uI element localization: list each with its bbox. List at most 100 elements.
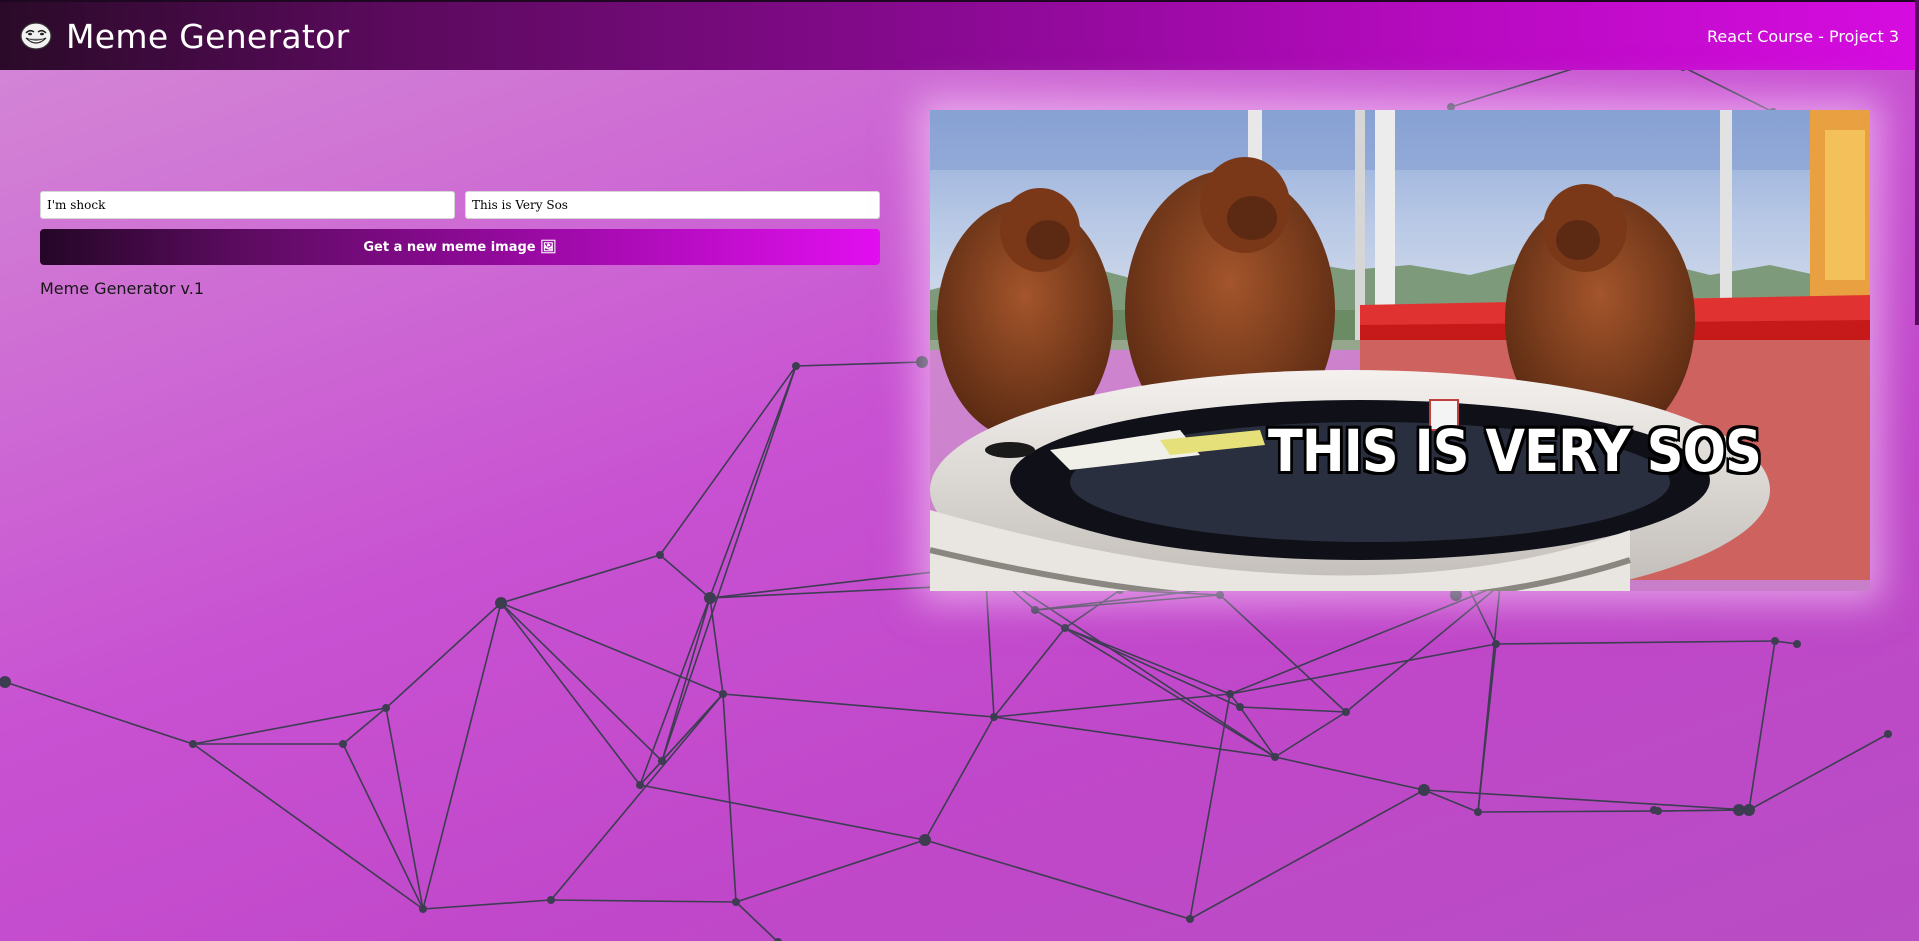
bottom-text-input[interactable] [465,191,880,219]
network-line [722,693,995,718]
project-label: React Course - Project 3 [1706,26,1899,46]
network-line [661,365,797,762]
network-line [342,743,424,910]
network-node [1733,804,1745,816]
network-node [1226,690,1234,698]
network-line [422,602,502,910]
network-line [500,602,663,762]
network-node [636,781,644,789]
network-line [1274,711,1347,758]
network-node [1061,624,1069,632]
network-line [1682,66,1774,113]
network-line [1423,789,1750,811]
network-line [1495,640,1776,645]
network-line [924,839,1191,920]
navbar: Meme Generator React Course - Project 3 [0,0,1919,70]
meme-bottom-caption: THIS IS VERY SOS [1268,417,1762,485]
network-line [661,597,711,762]
meme-preview: THIS IS VERY SOS [930,110,1870,591]
network-line [1477,584,1501,813]
meme-form: Get a new meme image 🖼 Meme Generator v.… [40,191,880,298]
network-line [1219,594,1347,713]
network-line [1034,609,1276,758]
network-line [192,743,424,910]
network-line [1064,589,1121,629]
network-line [735,839,926,903]
network-line [1748,733,1889,811]
network-node [1793,640,1801,648]
network-node [658,757,666,765]
network-line [993,627,1066,718]
network-line [984,565,1276,758]
network-line [735,901,779,941]
network-node [1031,606,1039,614]
network-node [719,690,727,698]
network-line [639,693,724,786]
network-node [339,740,347,748]
network-line [500,602,641,786]
network-line [1064,627,1231,695]
network-line [4,681,194,745]
network-line [1229,584,1501,695]
network-line [342,707,387,745]
caption-inputs [40,191,880,219]
page-scrollbar[interactable] [1915,0,1919,325]
network-line [550,899,737,903]
network-node [1186,915,1194,923]
network-node [495,597,507,609]
network-node [792,362,800,370]
network-line [1229,643,1497,695]
network-line [722,693,737,903]
network-node [990,713,998,721]
network-line [639,784,926,841]
network-line [924,716,995,841]
network-node [1474,808,1482,816]
network-line [993,716,1276,758]
network-node [189,740,197,748]
trollface-icon [20,22,52,50]
network-node [919,834,931,846]
network-line [550,693,724,901]
network-line [1450,64,1586,108]
network-line [1657,809,1740,812]
network-line [422,899,552,910]
network-node [1342,708,1350,716]
network-node [1650,806,1658,814]
top-text-input[interactable] [40,191,455,219]
network-node [1236,703,1244,711]
network-line [1189,789,1425,920]
network-node [382,704,390,712]
network-node [0,676,11,688]
get-new-meme-button[interactable]: Get a new meme image 🖼 [40,229,880,265]
network-node [656,551,664,559]
version-label: Meme Generator v.1 [40,279,204,298]
network-node [1271,753,1279,761]
network-line [192,707,387,745]
network-node [1884,730,1892,738]
network-node [916,356,928,368]
network-line [1239,706,1276,758]
network-node [732,898,740,906]
network-line [659,365,797,556]
network-node [1216,591,1224,599]
network-line [1189,693,1231,920]
network-line [1477,810,1659,813]
network-line [1034,594,1221,611]
three-orangutans-meme-image [930,110,1870,591]
network-node [547,896,555,904]
network-node [704,592,716,604]
network-line [385,602,502,709]
app-title: Meme Generator [66,16,350,56]
network-line [659,554,711,599]
network-line [1239,706,1347,713]
network-line [993,693,1231,718]
network-line [1274,756,1425,791]
network-line [1345,584,1501,713]
network-line [1748,640,1776,811]
network-line [639,365,797,786]
network-node [1771,637,1779,645]
network-line [500,554,661,604]
network-node [1492,640,1500,648]
network-node [1418,784,1430,796]
network-line [795,361,923,367]
